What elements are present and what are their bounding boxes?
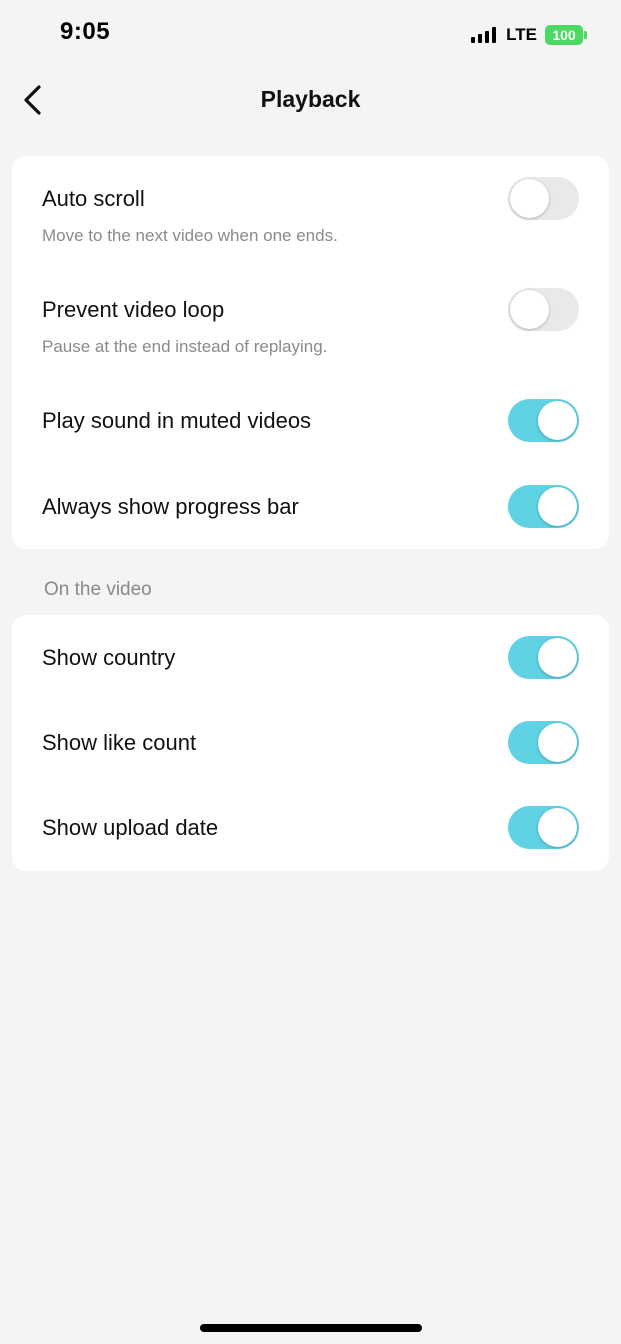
setting-label: Show like count [42,730,197,755]
setting-row-auto-scroll: Auto scroll Move to the next video when … [12,156,609,267]
network-type-label: LTE [506,25,537,44]
setting-description: Pause at the end instead of replaying. [42,337,328,356]
setting-row-show-upload-date: Show upload date [12,786,609,871]
setting-row-show-country: Show country [12,615,609,701]
setting-label: Auto scroll [42,186,145,211]
battery-icon: 100 [545,25,587,45]
show-upload-date-toggle[interactable] [508,806,579,849]
status-bar: 9:05 LTE 100 [0,0,621,70]
setting-label: Always show progress bar [42,494,299,519]
show-country-toggle[interactable] [508,636,579,679]
page-title: Playback [260,86,361,112]
video-settings-card: Show country Show like count Show upload… [12,615,609,871]
home-indicator [200,1324,422,1332]
auto-scroll-toggle[interactable] [508,177,579,220]
prevent-video-loop-toggle[interactable] [508,288,579,331]
setting-row-progress-bar: Always show progress bar [12,464,609,549]
show-like-count-toggle[interactable] [508,721,579,764]
setting-label: Play sound in muted videos [42,408,312,433]
setting-label: Show country [42,645,176,670]
setting-row-play-sound: Play sound in muted videos [12,378,609,464]
status-indicators: LTE 100 [471,22,587,48]
battery-level: 100 [545,25,583,45]
nav-bar: Playback [0,70,621,130]
setting-description: Move to the next video when one ends. [42,226,338,245]
always-show-progress-bar-toggle[interactable] [508,485,579,528]
play-sound-toggle[interactable] [508,399,579,442]
cellular-signal-icon [471,27,497,43]
setting-row-prevent-loop: Prevent video loop Pause at the end inst… [12,267,609,378]
section-header: On the video [44,579,152,600]
setting-row-show-like-count: Show like count [12,701,609,786]
playback-settings-card: Auto scroll Move to the next video when … [12,156,609,549]
setting-label: Prevent video loop [42,297,225,322]
status-time: 9:05 [60,18,111,45]
setting-label: Show upload date [42,815,219,840]
